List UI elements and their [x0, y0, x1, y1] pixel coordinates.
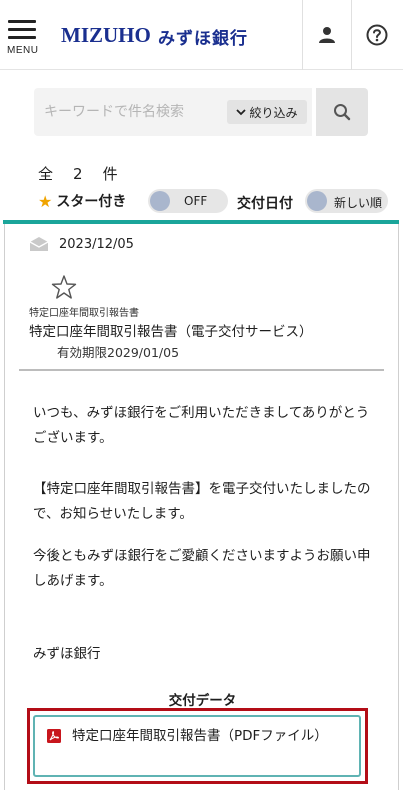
message-date: 2023/12/05 [59, 236, 134, 252]
message-meta: 2023/12/05 [29, 234, 134, 254]
message-card: 2023/12/05 特定口座年間取引報告書 特定口座年間取引報告書（電子交付サ… [4, 224, 399, 790]
app-header: MENU MIZUHO みずほ銀行 [0, 0, 403, 70]
card-divider [19, 369, 384, 371]
search-input[interactable] [34, 88, 224, 136]
message-expiry: 有効期限2029/01/05 [57, 345, 180, 360]
help-icon [366, 24, 388, 46]
logo-en: MIZUHO [61, 23, 151, 47]
starred-filter-label: ★ スター付き [38, 191, 126, 211]
envelope-open-icon [29, 237, 49, 251]
count-value: 2 [73, 165, 83, 183]
pdf-download-button[interactable]: 特定口座年間取引報告書（PDFファイル） [33, 715, 361, 777]
help-button[interactable] [352, 0, 402, 70]
pdf-highlight-frame: 特定口座年間取引報告書（PDFファイル） [27, 708, 368, 784]
toggle-knob [150, 191, 170, 211]
toggle-knob [307, 191, 327, 211]
search-icon [334, 104, 351, 121]
menu-icon [8, 20, 36, 23]
delivery-heading: 交付データ [168, 693, 237, 709]
logo-jp: みずほ銀行 [158, 29, 248, 49]
signature: みずほ銀行 [33, 646, 101, 662]
message-title: 特定口座年間取引報告書（電子交付サービス） [29, 324, 313, 340]
count-prefix: 全 [38, 165, 54, 183]
star-icon: ★ [38, 191, 53, 211]
sort-filter-row: ★ スター付き OFF 交付日付 新しい順 [38, 189, 398, 215]
starred-toggle[interactable]: OFF [148, 189, 228, 213]
message-category: 特定口座年間取引報告書 [29, 308, 139, 319]
result-count: 全 2 件 [38, 163, 118, 184]
date-sort-toggle-text: 新しい順 [334, 196, 383, 210]
menu-icon-bar [8, 36, 36, 39]
account-button[interactable] [303, 0, 351, 70]
starred-label-text: スター付き [56, 194, 127, 210]
menu-icon-bar [8, 28, 36, 31]
body-paragraph: いつも、みずほ銀行をご利用いただきましてありがとうございます。 [33, 405, 370, 446]
body-paragraph: 【特定口座年間取引報告書】を電子交付いたしましたので、お知らせいたします。 [33, 481, 371, 522]
body-paragraph: 今後ともみずほ銀行をご愛顧くださいますようお願い申しあげます。 [33, 548, 371, 589]
user-icon [319, 27, 335, 43]
menu-label: MENU [7, 45, 39, 56]
search-button[interactable] [316, 88, 368, 136]
date-sort-label: 交付日付 [237, 196, 293, 212]
filter-label: 絞り込み [249, 105, 298, 120]
filter-button[interactable]: 絞り込み [227, 100, 307, 124]
star-outline-icon[interactable] [51, 274, 77, 300]
pdf-link-label: 特定口座年間取引報告書（PDFファイル） [72, 728, 328, 744]
count-suffix: 件 [102, 165, 118, 183]
date-sort-toggle[interactable]: 新しい順 [305, 189, 388, 213]
search-bar: 絞り込み [34, 88, 312, 136]
chevron-down-icon [236, 109, 247, 116]
starred-toggle-text: OFF [184, 194, 208, 208]
menu-button[interactable]: MENU [4, 20, 44, 66]
